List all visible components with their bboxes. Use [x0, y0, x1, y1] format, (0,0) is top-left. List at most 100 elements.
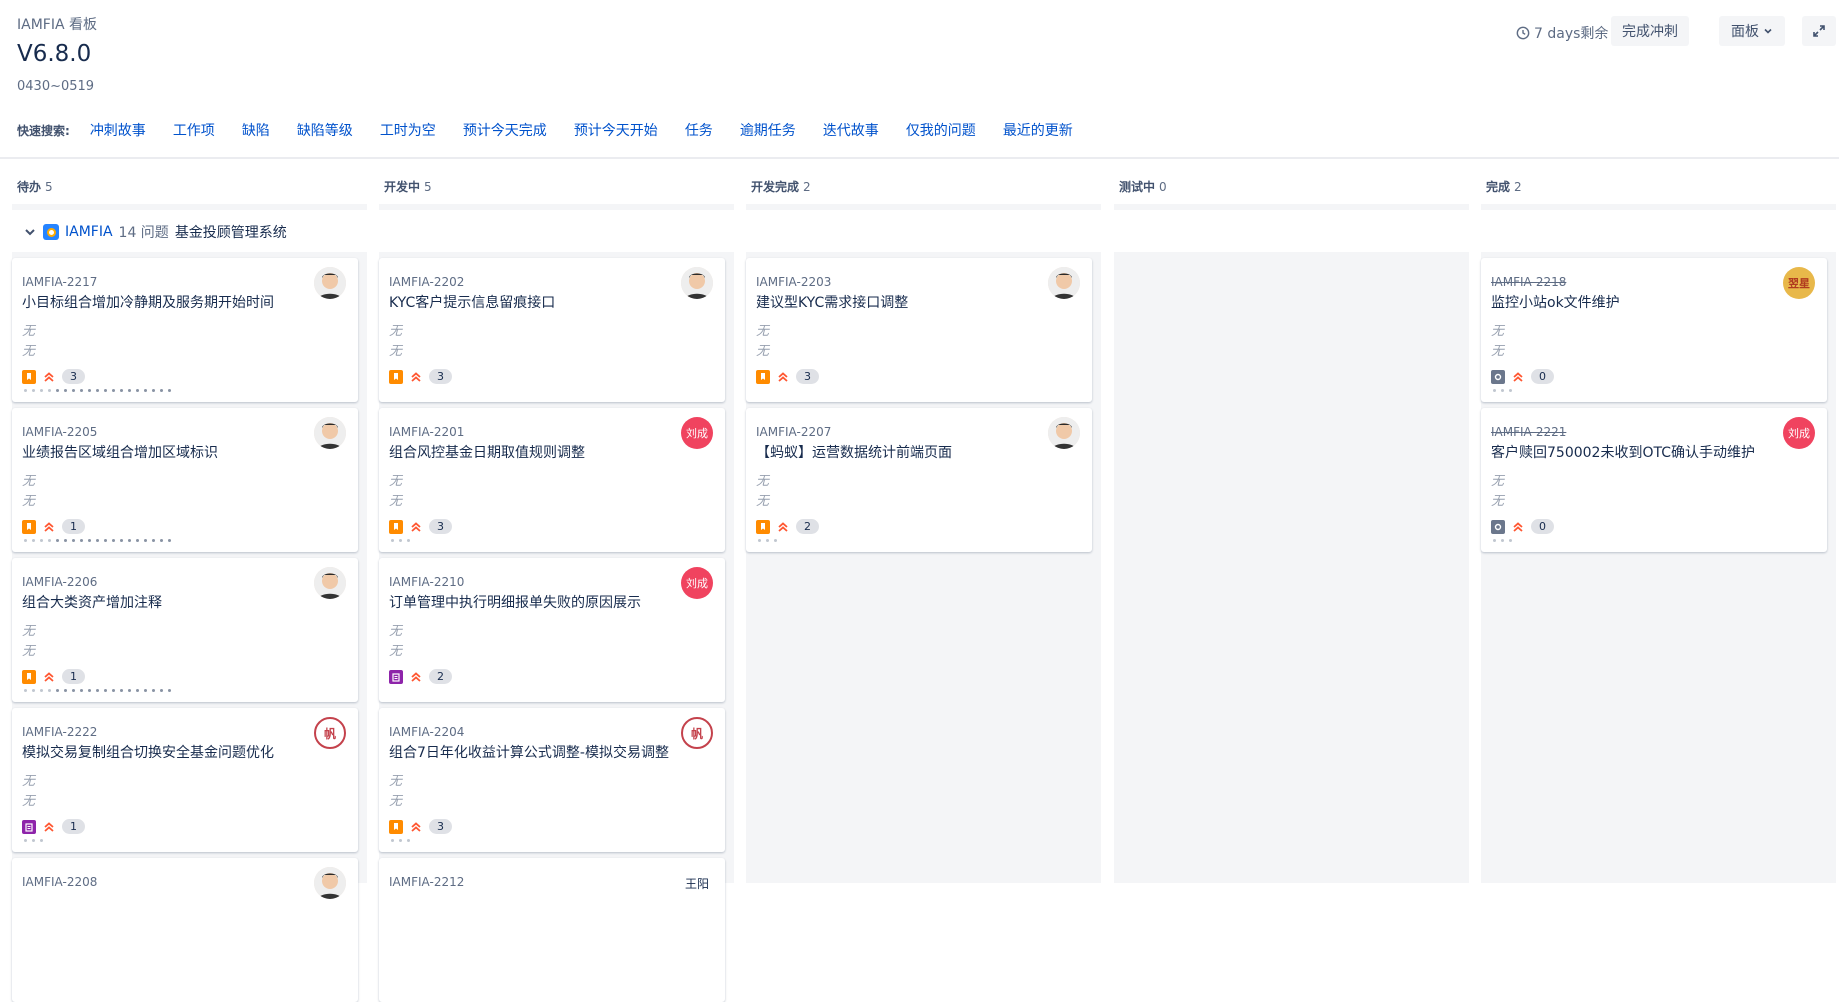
assignee-avatar[interactable]: 刘成	[681, 567, 713, 599]
issue-key[interactable]: IAMFIA-2202	[389, 275, 464, 289]
clock-icon	[1516, 26, 1530, 40]
issue-field: 无	[1491, 344, 1505, 359]
progress-dots	[24, 389, 171, 392]
issue-field: 无	[389, 774, 403, 789]
assignee-avatar[interactable]	[681, 267, 713, 299]
issue-card[interactable]: IAMFIA-2210 订单管理中执行明细报单失败的原因展示 无 无 刘成 2	[379, 558, 725, 702]
quick-filter-overdue[interactable]: 逾期任务	[740, 120, 796, 140]
assignee-avatar[interactable]	[1048, 417, 1080, 449]
quick-filter-defect-level[interactable]: 缺陷等级	[297, 120, 353, 140]
quick-filter-no-hours[interactable]: 工时为空	[380, 120, 436, 140]
issue-key[interactable]: IAMFIA-2218	[1491, 275, 1566, 289]
issue-field: 无	[756, 474, 770, 489]
column-name: 开发完成	[751, 180, 800, 194]
column-header-testing: 测试中 0	[1114, 160, 1469, 210]
issue-card[interactable]: IAMFIA-2205 业绩报告区域组合增加区域标识 无 无 1	[12, 408, 358, 552]
board-label[interactable]: IAMFIA 看板	[17, 14, 97, 34]
issue-card[interactable]: IAMFIA-2202 KYC客户提示信息留痕接口 无 无 3	[379, 258, 725, 402]
quick-filter-task[interactable]: 任务	[685, 120, 713, 140]
issue-field: 无	[22, 794, 36, 809]
quick-filter-my-issues[interactable]: 仅我的问题	[906, 120, 976, 140]
story-points-badge: 0	[1531, 369, 1554, 384]
progress-dots	[1493, 389, 1512, 392]
issue-key[interactable]: IAMFIA-2207	[756, 425, 831, 439]
issue-key[interactable]: IAMFIA-2203	[756, 275, 831, 289]
sprint-name: V6.8.0	[17, 41, 92, 67]
days-remaining: 7 days剩余	[1516, 23, 1608, 43]
issue-key[interactable]: IAMFIA-2208	[22, 875, 97, 889]
column-testing	[1114, 252, 1469, 883]
assignee-avatar[interactable]: 帆	[681, 717, 713, 749]
issue-card[interactable]: IAMFIA-2222 模拟交易复制组合切换安全基金问题优化 无 无 帆 1	[12, 708, 358, 852]
quick-filter-sprint-story[interactable]: 冲刺故事	[90, 120, 146, 140]
story-points-badge: 3	[429, 819, 452, 834]
issue-summary: 小目标组合增加冷静期及服务期开始时间	[22, 295, 274, 311]
assignee-avatar[interactable]: 王阳	[681, 867, 713, 899]
card-footer: 3	[389, 819, 452, 834]
priority-high-icon	[409, 670, 423, 684]
column-header-done: 完成 2	[1481, 160, 1836, 210]
issue-card[interactable]: IAMFIA-2217 小目标组合增加冷静期及服务期开始时间 无 无 3	[12, 258, 358, 402]
quick-filter-start-today[interactable]: 预计今天开始	[574, 120, 658, 140]
card-footer: 0	[1491, 519, 1554, 534]
issue-card[interactable]: IAMFIA-2203 建议型KYC需求接口调整 无 无 3	[746, 258, 1092, 402]
swimlane-project-key[interactable]: IAMFIA	[65, 224, 113, 240]
issue-key[interactable]: IAMFIA-2210	[389, 575, 464, 589]
board-menu-button[interactable]: 面板	[1719, 16, 1785, 46]
story-icon	[22, 369, 36, 384]
quick-filter-due-today[interactable]: 预计今天完成	[463, 120, 547, 140]
assignee-avatar[interactable]	[1048, 267, 1080, 299]
issue-key[interactable]: IAMFIA-2221	[1491, 425, 1566, 439]
issue-summary: 订单管理中执行明细报单失败的原因展示	[389, 595, 641, 611]
chevron-down-icon	[1764, 28, 1772, 34]
issue-key[interactable]: IAMFIA-2201	[389, 425, 464, 439]
quick-filter-work-item[interactable]: 工作项	[173, 120, 215, 140]
quick-filter-iteration-story[interactable]: 迭代故事	[823, 120, 879, 140]
story-icon	[389, 369, 403, 384]
issue-key[interactable]: IAMFIA-2217	[22, 275, 97, 289]
complete-sprint-button[interactable]: 完成冲刺	[1611, 16, 1689, 46]
assignee-avatar[interactable]	[314, 267, 346, 299]
story-points-badge: 3	[62, 369, 85, 384]
issue-summary: 组合7日年化收益计算公式调整-模拟交易调整	[389, 745, 669, 761]
issue-key[interactable]: IAMFIA-2204	[389, 725, 464, 739]
priority-high-icon	[1511, 370, 1525, 384]
chevron-down-icon[interactable]	[23, 225, 37, 239]
issue-field: 无	[1491, 494, 1505, 509]
column-header-todo: 待办 5	[12, 160, 367, 210]
quick-filters: 快速搜索: 冲刺故事 工作项 缺陷 缺陷等级 工时为空 预计今天完成 预计今天开…	[17, 120, 1100, 140]
column-name: 待办	[17, 180, 42, 194]
column-name: 完成	[1486, 180, 1511, 194]
assignee-avatar[interactable]	[314, 867, 346, 899]
issue-card[interactable]: IAMFIA-2218 监控小站ok文件维护 无 无 翌星 0	[1481, 258, 1827, 402]
assignee-avatar[interactable]	[314, 567, 346, 599]
quick-filter-recent[interactable]: 最近的更新	[1003, 120, 1073, 140]
story-icon	[389, 519, 403, 534]
story-points-badge: 1	[62, 669, 85, 684]
issue-key[interactable]: IAMFIA-2206	[22, 575, 97, 589]
swimlane-header[interactable]: IAMFIA 14 问题 基金投顾管理系统	[23, 222, 287, 242]
card-footer: 3	[756, 369, 819, 384]
issue-key[interactable]: IAMFIA-2222	[22, 725, 97, 739]
issue-card[interactable]: IAMFIA-2207 【蚂蚁】运营数据统计前端页面 无 无 2	[746, 408, 1092, 552]
issue-key[interactable]: IAMFIA-2205	[22, 425, 97, 439]
issue-card[interactable]: IAMFIA-2208	[12, 858, 358, 1002]
issue-card[interactable]: IAMFIA-2206 组合大类资产增加注释 无 无 1	[12, 558, 358, 702]
assignee-avatar[interactable]: 翌星	[1783, 267, 1815, 299]
assignee-avatar[interactable]: 刘成	[681, 417, 713, 449]
issue-summary: 业绩报告区域组合增加区域标识	[22, 445, 218, 461]
fullscreen-button[interactable]	[1802, 16, 1836, 46]
issue-card[interactable]: IAMFIA-2204 组合7日年化收益计算公式调整-模拟交易调整 无 无 帆 …	[379, 708, 725, 852]
assignee-avatar[interactable]: 帆	[314, 717, 346, 749]
story-icon	[756, 519, 770, 534]
issue-card[interactable]: IAMFIA-2212 王阳	[379, 858, 725, 1002]
card-footer: 1	[22, 519, 85, 534]
priority-high-icon	[409, 520, 423, 534]
issue-card[interactable]: IAMFIA-2201 组合风控基金日期取值规则调整 无 无 刘成 3	[379, 408, 725, 552]
issue-key[interactable]: IAMFIA-2212	[389, 875, 464, 889]
issue-card[interactable]: IAMFIA-2221 客户赎回750002未收到OTC确认手动维护 无 无 刘…	[1481, 408, 1827, 552]
assignee-avatar[interactable]	[314, 417, 346, 449]
quick-filter-defect[interactable]: 缺陷	[242, 120, 270, 140]
assignee-avatar[interactable]: 刘成	[1783, 417, 1815, 449]
priority-high-icon	[776, 520, 790, 534]
